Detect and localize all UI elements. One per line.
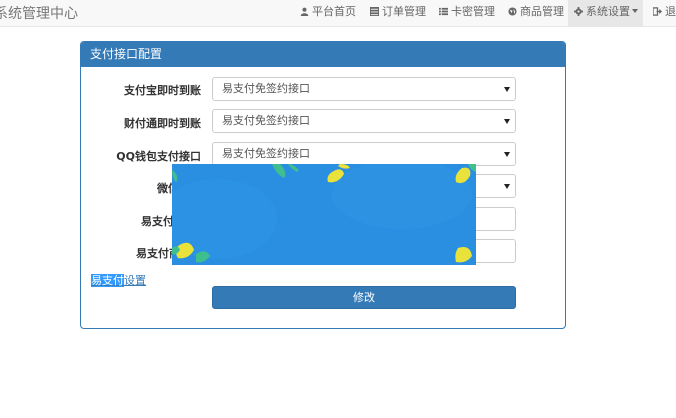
top-navbar: 系统管理中心 平台首页 订单管理 卡密管理 商品管理 系统设置 退出 xyxy=(0,0,676,27)
globe-icon xyxy=(508,7,517,16)
dropdown-arrow-icon xyxy=(504,184,510,189)
nav-products-label: 商品管理 xyxy=(520,5,564,18)
nav-orders-label: 订单管理 xyxy=(382,5,426,18)
user-icon xyxy=(300,7,309,16)
dropdown-arrow-icon xyxy=(504,152,510,157)
tenpay-label: 财付通即时到账 xyxy=(124,117,201,130)
nav-settings-label: 系统设置 xyxy=(586,5,630,18)
tenpay-select[interactable]: 易支付免签约接口 xyxy=(212,109,516,133)
panel-title: 支付接口配置 xyxy=(81,42,565,67)
nav-cards[interactable]: 卡密管理 xyxy=(433,0,501,27)
tenpay-select-value: 易支付免签约接口 xyxy=(222,114,310,127)
list-icon xyxy=(370,7,379,16)
nav-cards-label: 卡密管理 xyxy=(451,5,495,18)
caret-down-icon xyxy=(632,9,638,13)
leaf-decoration xyxy=(172,164,476,265)
alipay-select-value: 易支付免签约接口 xyxy=(222,82,310,95)
nav-home[interactable]: 平台首页 xyxy=(294,0,362,27)
overlay-image xyxy=(172,164,476,265)
gear-icon xyxy=(574,7,583,16)
alipay-select[interactable]: 易支付免签约接口 xyxy=(212,77,516,101)
list-icon xyxy=(439,7,448,16)
epay-link-highlight: 易支付 xyxy=(91,274,124,287)
nav-products[interactable]: 商品管理 xyxy=(502,0,570,27)
nav-orders[interactable]: 订单管理 xyxy=(364,0,432,27)
alipay-label: 支付宝即时到账 xyxy=(124,84,201,97)
logout-icon xyxy=(653,7,662,16)
epay-link-rest: 设置 xyxy=(124,274,146,287)
qqwallet-select[interactable]: 易支付免签约接口 xyxy=(212,142,516,166)
qqwallet-select-value: 易支付免签约接口 xyxy=(222,147,310,160)
epay-settings-link[interactable]: 易支付设置 xyxy=(91,272,146,288)
nav-settings[interactable]: 系统设置 xyxy=(568,0,643,27)
submit-button[interactable]: 修改 xyxy=(212,286,516,309)
nav-logout[interactable]: 退出 xyxy=(647,0,676,27)
brand-title[interactable]: 系统管理中心 xyxy=(0,3,78,23)
nav-home-label: 平台首页 xyxy=(312,5,356,18)
nav-logout-label: 退出 xyxy=(665,5,676,18)
dropdown-arrow-icon xyxy=(504,87,510,92)
qqwallet-label: QQ钱包支付接口 xyxy=(116,150,201,163)
epay-merchant-label: 易支付商 xyxy=(141,215,185,228)
dropdown-arrow-icon xyxy=(504,119,510,124)
